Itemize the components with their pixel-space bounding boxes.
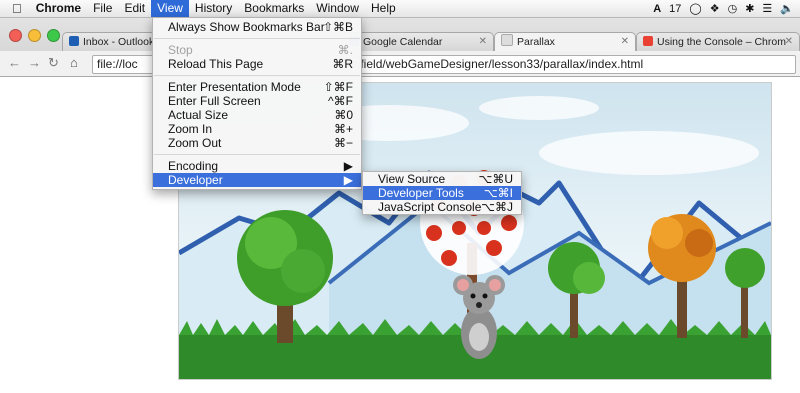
menu-item-zoom-in[interactable]: Zoom In ⌘+ <box>153 122 361 136</box>
tab-title: Inbox - Outlook W <box>83 36 155 48</box>
chrome-icon <box>643 36 653 46</box>
menu-item-actual-size[interactable]: Actual Size ⌘0 <box>153 108 361 122</box>
menu-edit[interactable]: Edit <box>118 0 151 17</box>
menu-item-javascript-console[interactable]: JavaScript Console ⌥⌘J <box>363 200 521 214</box>
menu-bookmarks[interactable]: Bookmarks <box>238 0 310 17</box>
app-menu-chrome[interactable]: Chrome <box>30 0 87 17</box>
menu-item-stop: Stop ⌘. <box>168 43 353 57</box>
menu-item-enter-presentation-mode[interactable]: Enter Presentation Mode ⇧⌘F <box>153 80 361 94</box>
adobe-count: 17 <box>669 2 682 15</box>
menu-separator <box>154 154 360 155</box>
creative-cloud-icon[interactable]: ◯ <box>689 2 701 15</box>
tab-google-calendar[interactable]: Google Calendar ✕ <box>342 32 494 51</box>
menu-item-enter-full-screen[interactable]: Enter Full Screen ^⌘F <box>153 94 361 108</box>
menu-bar:  Chrome File Edit View History Bookmark… <box>0 0 800 18</box>
close-tab-icon[interactable]: ✕ <box>479 33 487 51</box>
menu-item-encoding[interactable]: Encoding ▶ <box>153 159 361 173</box>
tab-title: Using the Console – Chrom <box>657 36 786 48</box>
submenu-arrow-icon: ▶ <box>343 159 353 173</box>
url-start: file://loc <box>97 57 138 71</box>
view-menu: Always Show Bookmarks Bar ⇧⌘B Stop ⌘. Relo… <box>152 17 362 190</box>
tab-title: Google Calendar <box>363 36 443 48</box>
close-tab-icon[interactable]: ✕ <box>621 33 629 51</box>
menu-item-developer-tools[interactable]: Developer Tools ⌥⌘I <box>363 186 521 200</box>
minimize-window-button[interactable] <box>28 29 41 42</box>
developer-submenu: View Source ⌥⌘U Developer Tools ⌥⌘I JavaSc… <box>362 171 522 215</box>
apple-icon[interactable]:  <box>0 0 30 17</box>
menu-separator <box>154 75 360 76</box>
back-icon[interactable]: ← <box>8 55 21 70</box>
home-icon[interactable]: ⌂ <box>70 55 78 70</box>
volume-icon[interactable]: 🔈 <box>780 2 794 15</box>
tab-outlook[interactable]: Inbox - Outlook W <box>62 32 156 51</box>
submenu-arrow-icon: ▶ <box>343 173 353 187</box>
wifi-icon[interactable]: ☰ <box>762 2 772 15</box>
tab-using-console[interactable]: Using the Console – Chrom ✕ <box>636 32 800 51</box>
bluetooth-icon[interactable]: ✱ <box>745 2 754 15</box>
menu-item-always-show-bookmarks-bar[interactable]: Always Show Bookmarks Bar ⇧⌘B <box>153 20 361 34</box>
menu-item-developer[interactable]: Developer ▶ <box>153 173 361 187</box>
menu-window[interactable]: Window <box>310 0 365 17</box>
outlook-icon <box>69 36 79 46</box>
clouds <box>309 96 759 175</box>
menu-item-view-source[interactable]: View Source ⌥⌘U <box>363 172 521 186</box>
zoom-window-button[interactable] <box>47 29 60 42</box>
forward-icon[interactable]: → <box>28 55 41 70</box>
menu-item-zoom-out[interactable]: Zoom Out ⌘− <box>153 136 361 150</box>
page-icon <box>501 34 513 46</box>
browser-chrome: Inbox - Outlook W Google Calendar ✕ Para… <box>0 18 800 77</box>
reload-icon[interactable]: ↻ <box>48 55 59 71</box>
window-controls <box>9 29 60 42</box>
menu-help[interactable]: Help <box>365 0 402 17</box>
menu-file[interactable]: File <box>87 0 118 17</box>
adobe-icon[interactable]: A <box>653 3 661 15</box>
tab-parallax[interactable]: Parallax ✕ <box>494 32 636 51</box>
menu-view[interactable]: View <box>151 0 189 17</box>
menu-separator <box>154 38 360 39</box>
dropbox-icon[interactable]: ❖ <box>710 2 720 15</box>
tab-title: Parallax <box>517 36 555 48</box>
time-machine-icon[interactable]: ◷ <box>728 2 738 15</box>
close-tab-icon[interactable]: ✕ <box>785 33 793 51</box>
close-window-button[interactable] <box>9 29 22 42</box>
url-end: enfield/webGameDesigner/lesson33/paralla… <box>347 57 644 71</box>
menu-item-reload-this-page[interactable]: Reload This Page ⌘R <box>153 57 361 71</box>
toolbar: ← → ↻ ⌂ file://loc enfield/webGameDesign… <box>0 51 800 76</box>
menu-history[interactable]: History <box>189 0 238 17</box>
status-area: A 17 ◯ ❖ ◷ ✱ ☰ 🔈 <box>653 0 794 17</box>
